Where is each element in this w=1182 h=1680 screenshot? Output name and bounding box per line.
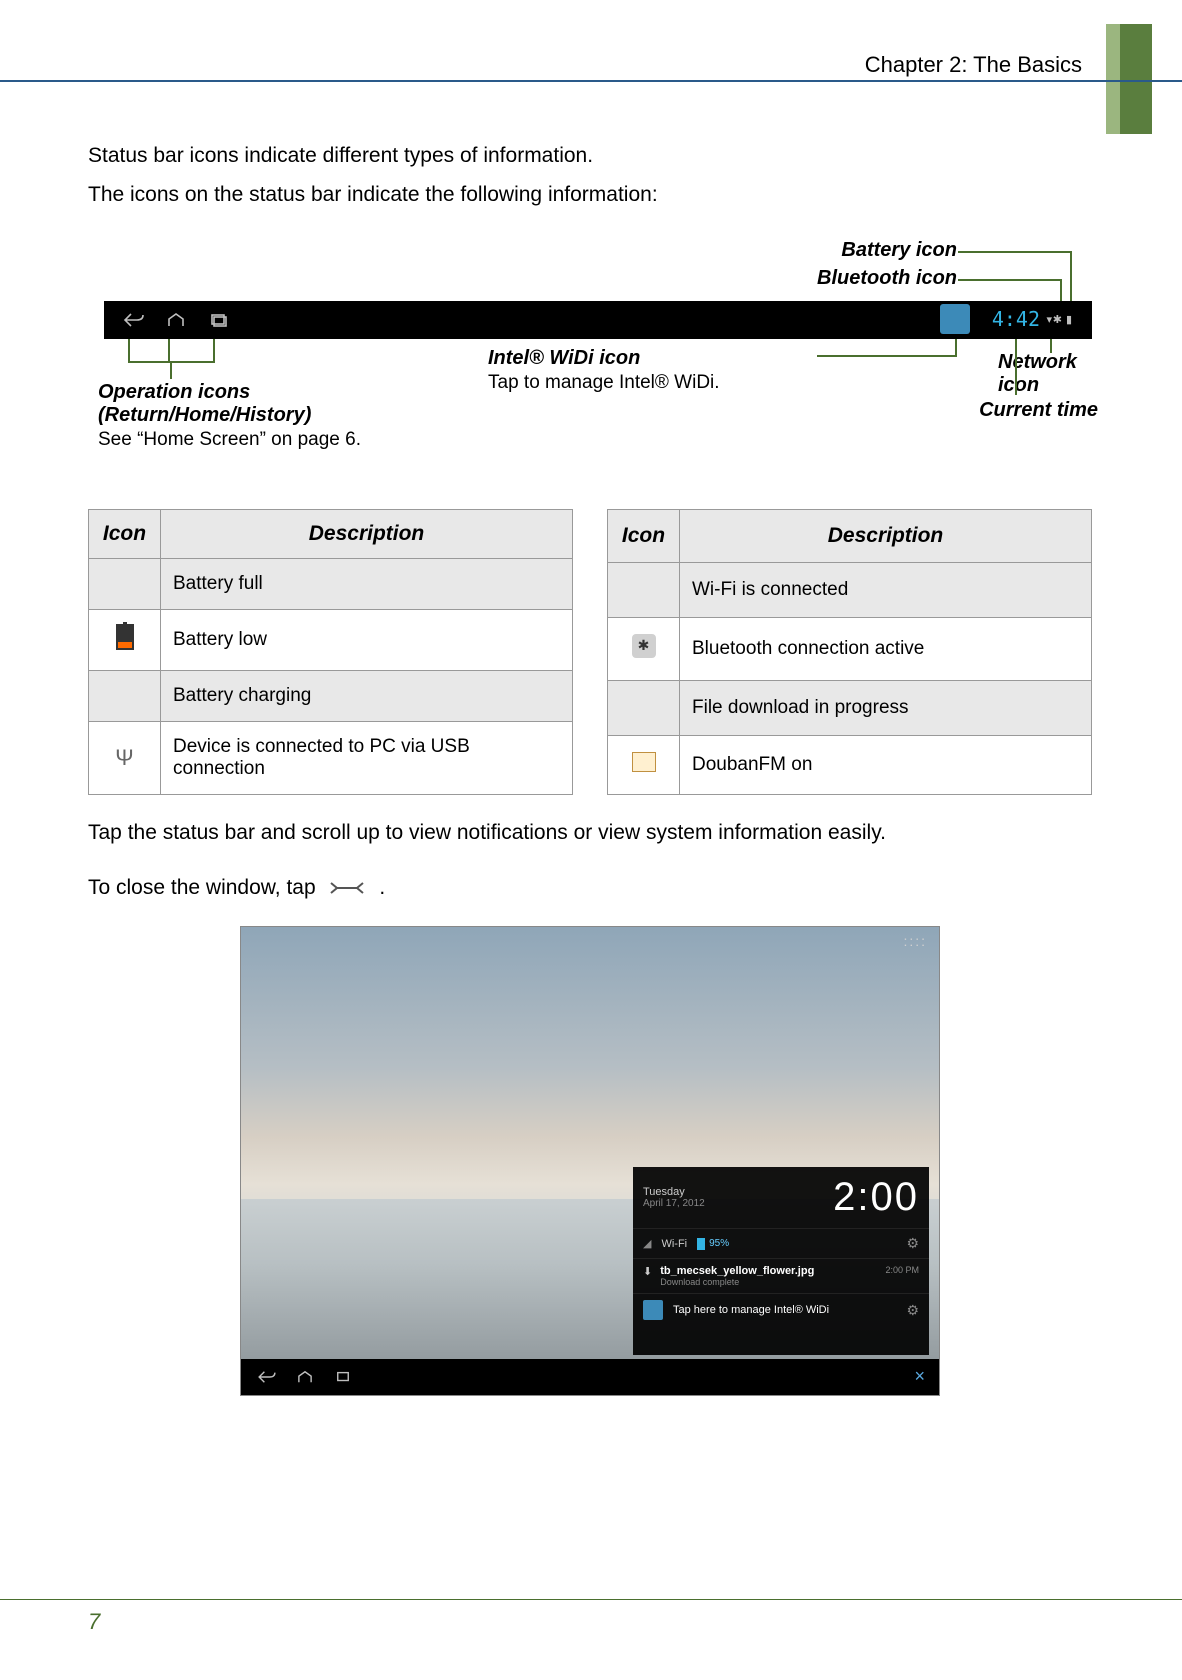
col-description: Description [680, 510, 1092, 563]
chapter-title: Chapter 2: The Basics [865, 52, 1082, 78]
page-corner-decoration [1120, 24, 1152, 134]
callout-battery: Battery icon [841, 239, 957, 262]
panel-widi-message: Tap here to manage Intel® WiDi [673, 1304, 829, 1316]
screenshot-nav-bar: × [241, 1359, 939, 1395]
back-icon [122, 312, 146, 328]
col-description: Description [161, 510, 573, 559]
battery-low-icon [89, 610, 161, 671]
usb-connection-icon: Ψ [89, 722, 161, 795]
doubanfm-icon [608, 735, 680, 794]
callout-bluetooth: Bluetooth icon [817, 267, 957, 290]
wifi-icon: ▾ [1046, 313, 1052, 326]
home-icon [164, 312, 188, 328]
status-time: 4:42 [992, 307, 1040, 331]
battery-full-icon [89, 559, 161, 610]
panel-wifi-icon: ◢ [643, 1237, 651, 1250]
panel-clock: 2:00 [833, 1175, 919, 1220]
home-icon[interactable] [293, 1370, 317, 1384]
notification-paragraph-1: Tap the status bar and scroll up to view… [88, 817, 1092, 850]
panel-widi-row[interactable]: Tap here to manage Intel® WiDi ⚙ [633, 1294, 929, 1326]
bluetooth-active-icon [608, 617, 680, 680]
recent-apps-icon [206, 312, 230, 328]
intro-paragraph-1: Status bar icons indicate different type… [88, 140, 1092, 173]
callout-network: Network icon [998, 351, 1098, 397]
panel-date: April 17, 2012 [643, 1198, 705, 1209]
desc-battery-charging: Battery charging [161, 671, 573, 722]
recent-apps-icon[interactable] [331, 1370, 355, 1384]
desc-download: File download in progress [680, 681, 1092, 736]
settings-slider-icon[interactable]: ⚙ [906, 1235, 919, 1252]
icon-table-right: IconDescription Wi-Fi is connected Bluet… [607, 509, 1092, 795]
icon-description-tables: IconDescription Battery full Battery low… [88, 509, 1092, 795]
notification-paragraph-2: To close the window, tap . [88, 872, 1092, 905]
desc-doubanfm: DoubanFM on [680, 735, 1092, 794]
panel-battery-value: 95% [697, 1238, 729, 1250]
notification-panel-screenshot: :::: Tuesday April 17, 2012 2:00 ◢ Wi-Fi… [240, 926, 940, 1396]
bluetooth-status-icon: ✱ [1053, 313, 1062, 326]
status-bar-mock: 4:42 ▾ ✱ ▮ [104, 301, 1092, 339]
drag-handle-icon: :::: [903, 933, 927, 949]
desc-wifi: Wi-Fi is connected [680, 562, 1092, 617]
desc-battery-full: Battery full [161, 559, 573, 610]
download-arrow-icon: ⬇ [643, 1265, 652, 1278]
icon-table-left: IconDescription Battery full Battery low… [88, 509, 573, 795]
panel-widi-icon [643, 1300, 663, 1320]
callout-current-time: Current time [838, 399, 1098, 422]
callout-widi: Intel® WiDi icon Tap to manage Intel® Wi… [488, 347, 720, 394]
close-notifications-icon[interactable]: × [914, 1366, 925, 1387]
panel-dl-filename: tb_mecsek_yellow_flower.jpg [643, 1265, 919, 1277]
wifi-connected-icon [608, 562, 680, 617]
panel-day: Tuesday [643, 1186, 705, 1198]
desc-bluetooth: Bluetooth connection active [680, 617, 1092, 680]
header-rule [0, 80, 1182, 82]
settings-slider-icon[interactable]: ⚙ [906, 1302, 919, 1319]
battery-charging-icon [89, 671, 161, 722]
panel-download-row[interactable]: ⬇ 2:00 PM tb_mecsek_yellow_flower.jpg Do… [633, 1259, 929, 1294]
callout-operation-icons: Operation icons (Return/Home/History) Se… [98, 381, 361, 451]
battery-status-icon: ▮ [1066, 313, 1072, 326]
download-progress-icon [608, 681, 680, 736]
close-panel-icon [327, 879, 367, 897]
status-bar-diagram: Battery icon Bluetooth icon 4:42 ▾ ✱ ▮ O… [88, 239, 1092, 459]
notification-panel: Tuesday April 17, 2012 2:00 ◢ Wi-Fi 95% … [633, 1167, 929, 1355]
desc-battery-low: Battery low [161, 610, 573, 671]
panel-dl-status: Download complete [643, 1277, 919, 1287]
back-icon[interactable] [255, 1370, 279, 1384]
widi-icon [940, 304, 970, 334]
intro-paragraph-2: The icons on the status bar indicate the… [88, 179, 1092, 212]
page-number: 7 [88, 1609, 100, 1635]
footer-rule [0, 1599, 1182, 1600]
col-icon: Icon [89, 510, 161, 559]
panel-wifi-label: Wi-Fi [661, 1238, 687, 1250]
panel-quick-settings-row[interactable]: ◢ Wi-Fi 95% ⚙ [633, 1229, 929, 1259]
panel-dl-time: 2:00 PM [885, 1265, 919, 1275]
col-icon: Icon [608, 510, 680, 563]
desc-usb-connection: Device is connected to PC via USB connec… [161, 722, 573, 795]
